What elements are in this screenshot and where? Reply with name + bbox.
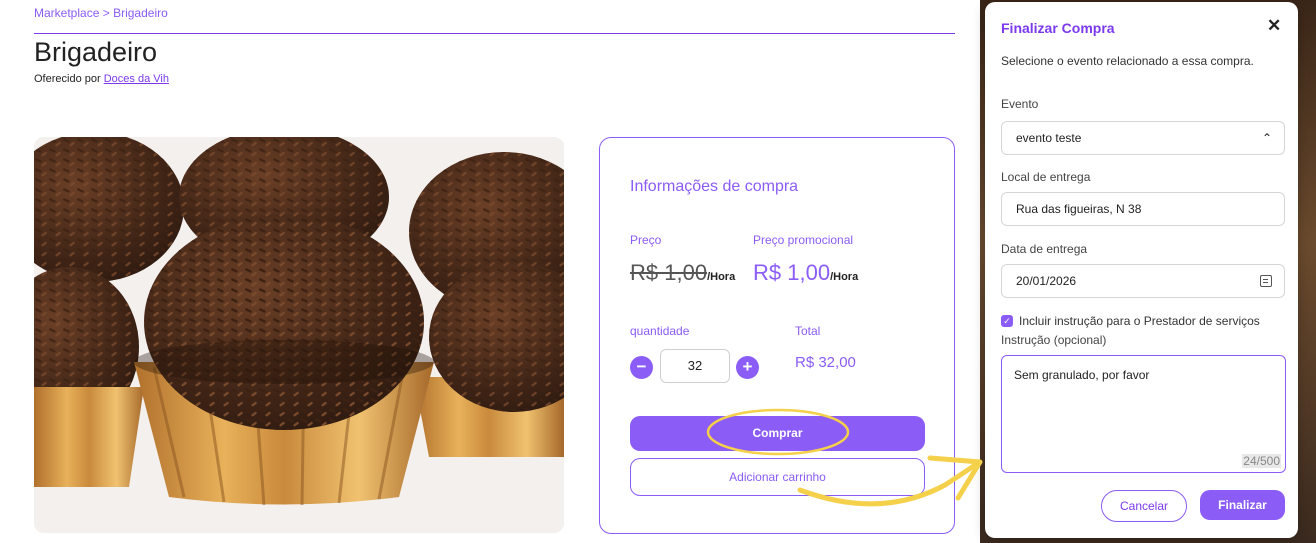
breadcrumb-separator: > xyxy=(102,6,110,20)
location-input[interactable]: Rua das figueiras, N 38 xyxy=(1001,192,1285,226)
event-select-value: evento teste xyxy=(1016,131,1082,145)
date-input[interactable]: 20/01/2026 xyxy=(1001,264,1285,298)
old-price: R$ 1,00/Hora xyxy=(630,260,735,286)
promo-price-label: Preço promocional xyxy=(753,233,854,247)
date-input-value: 20/01/2026 xyxy=(1016,274,1077,288)
breadcrumb-marketplace-link[interactable]: Marketplace xyxy=(34,6,99,20)
close-icon[interactable]: ✕ xyxy=(1267,16,1281,36)
event-label: Evento xyxy=(1001,97,1039,111)
seller-link[interactable]: Doces da Vih xyxy=(104,73,169,85)
instruction-label: Instrução (opcional) xyxy=(1001,333,1107,347)
event-select[interactable]: evento teste ⌃ xyxy=(1001,121,1285,155)
add-to-cart-button[interactable]: Adicionar carrinho xyxy=(630,458,925,496)
finish-button[interactable]: Finalizar xyxy=(1200,490,1285,520)
checkout-modal: Finalizar Compra ✕ Selecione o evento re… xyxy=(985,2,1298,538)
instruction-text: Sem granulado, por favor xyxy=(1014,368,1150,382)
total-value: R$ 32,00 xyxy=(795,354,856,371)
product-image xyxy=(34,137,564,533)
purchase-card-title: Informações de compra xyxy=(630,178,799,195)
promo-price: R$ 1,00/Hora xyxy=(753,260,858,286)
modal-title: Finalizar Compra xyxy=(1001,20,1115,36)
purchase-info-card: Informações de compra Preço Preço promoc… xyxy=(599,137,955,534)
breadcrumb: Marketplace > Brigadeiro xyxy=(34,6,168,20)
quantity-input[interactable]: 32 xyxy=(660,349,730,383)
promo-price-unit: /Hora xyxy=(830,271,859,283)
old-price-unit: /Hora xyxy=(707,271,736,283)
old-price-value: R$ 1,00 xyxy=(630,260,708,285)
buy-button[interactable]: Comprar xyxy=(630,416,925,451)
minus-icon: − xyxy=(636,357,647,376)
include-instruction-checkbox[interactable]: ✓ xyxy=(1001,315,1013,327)
breadcrumb-current: Brigadeiro xyxy=(113,6,168,20)
instruction-char-counter: 24/500 xyxy=(1242,454,1281,468)
offered-by-label: Oferecido por xyxy=(34,73,101,85)
quantity-label: quantidade xyxy=(630,324,690,338)
cancel-button[interactable]: Cancelar xyxy=(1101,490,1187,522)
offered-by: Oferecido por Doces da Vih xyxy=(34,73,169,85)
price-label: Preço xyxy=(630,233,662,247)
date-label: Data de entrega xyxy=(1001,242,1088,256)
total-label: Total xyxy=(795,324,821,338)
page-title: Brigadeiro xyxy=(34,37,158,67)
include-instruction-label: Incluir instrução para o Prestador de se… xyxy=(1019,314,1260,328)
calendar-icon[interactable] xyxy=(1260,275,1272,287)
increase-quantity-button[interactable]: + xyxy=(736,356,759,379)
decrease-quantity-button[interactable]: − xyxy=(630,356,653,379)
plus-icon: + xyxy=(742,357,753,376)
location-label: Local de entrega xyxy=(1001,170,1091,184)
modal-subtitle: Selecione o evento relacionado a essa co… xyxy=(1001,54,1254,68)
instruction-textarea[interactable]: Sem granulado, por favor 24/500 xyxy=(1001,355,1286,473)
chevron-up-icon: ⌃ xyxy=(1261,131,1272,145)
header-divider xyxy=(34,33,955,34)
promo-price-value: R$ 1,00 xyxy=(753,260,831,285)
